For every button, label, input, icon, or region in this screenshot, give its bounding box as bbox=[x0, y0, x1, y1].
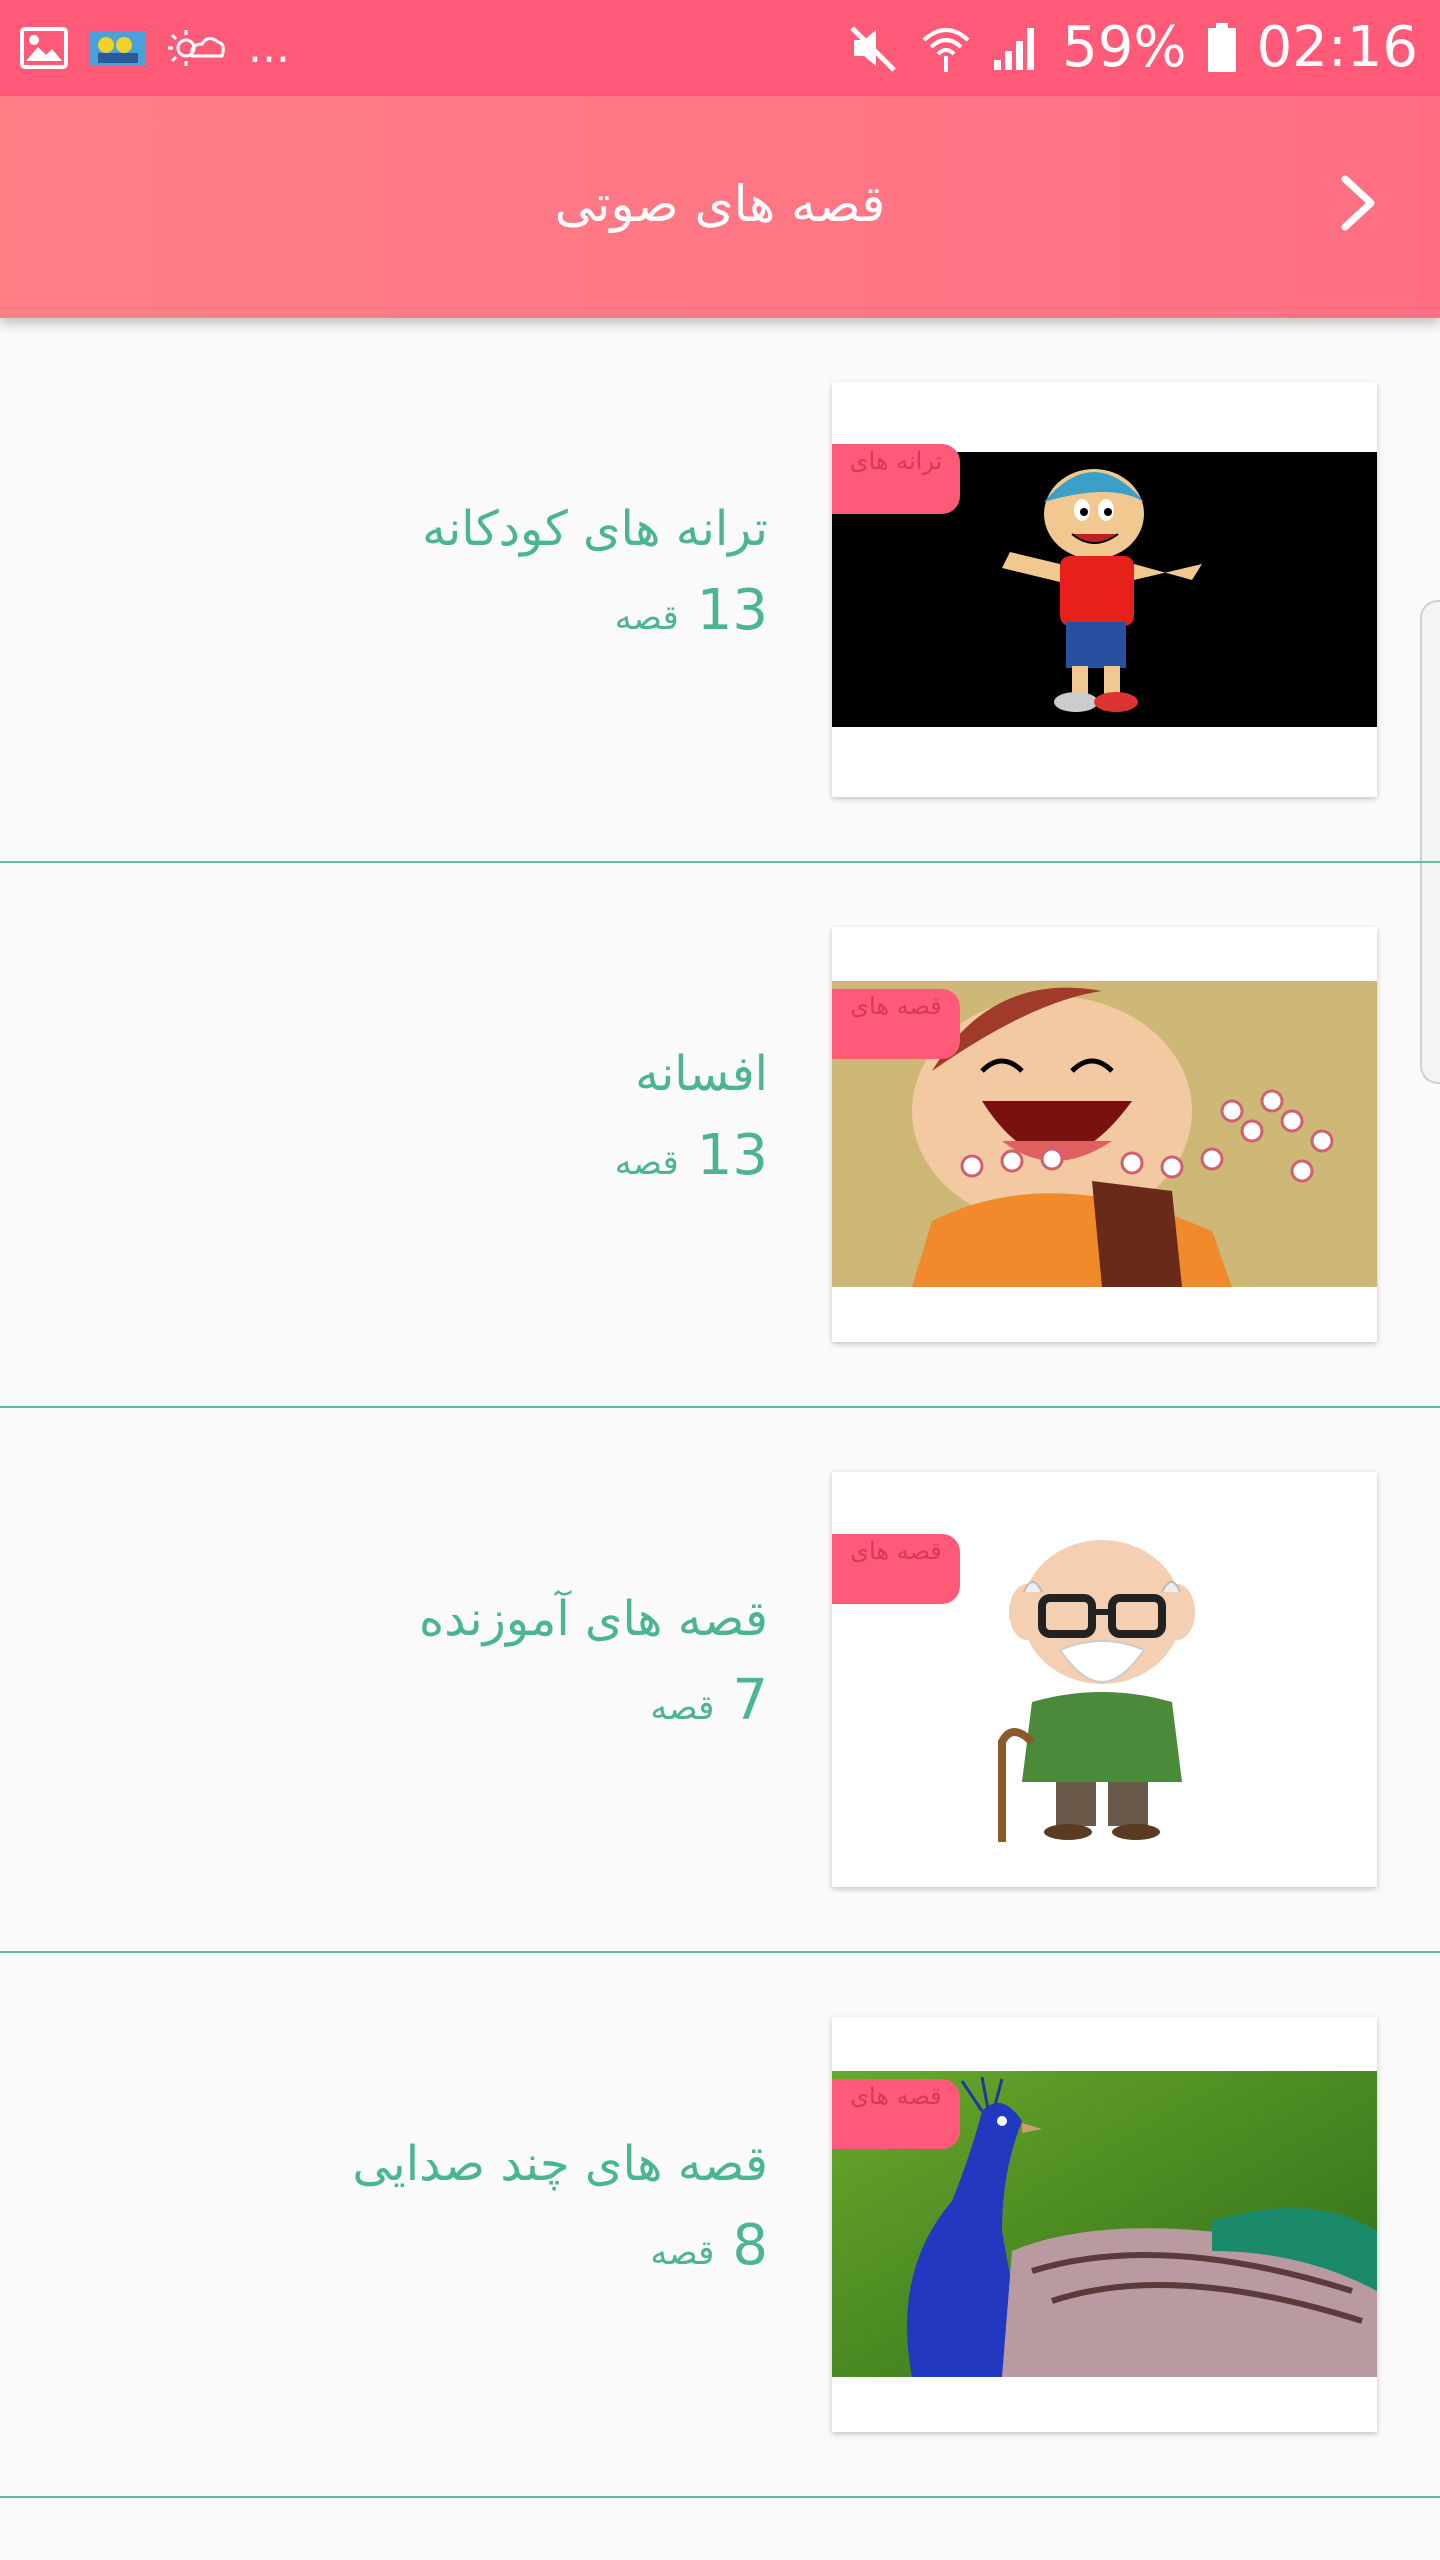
story-count-number: 13 bbox=[696, 1123, 768, 1188]
chevron-right-icon bbox=[1341, 175, 1375, 231]
category-card[interactable]: ترانه های bbox=[832, 382, 1377, 797]
story-count: 8 قصه bbox=[650, 2213, 768, 2286]
gallery-icon bbox=[20, 27, 68, 69]
story-count-unit: قصه bbox=[614, 1143, 679, 1183]
category-row[interactable]: ترانه های ترانه های کودکانه 13 قصه bbox=[0, 318, 1440, 863]
weather-icon bbox=[168, 26, 226, 70]
category-tag: قصه های bbox=[832, 2079, 960, 2149]
story-count-unit: قصه bbox=[614, 598, 679, 638]
story-count-unit: قصه bbox=[650, 1688, 715, 1728]
category-title: ترانه های کودکانه bbox=[422, 501, 768, 557]
battery-icon bbox=[1207, 23, 1237, 73]
category-tag: ترانه های bbox=[832, 444, 960, 514]
category-row[interactable]: قصه های bbox=[0, 863, 1440, 1408]
battery-percent: 59% bbox=[1062, 15, 1187, 80]
category-title: افسانه bbox=[635, 1046, 768, 1102]
wifi-icon bbox=[920, 22, 972, 74]
category-card[interactable]: قصه های bbox=[832, 927, 1377, 1342]
category-tag: قصه های bbox=[832, 1534, 960, 1604]
mute-icon bbox=[848, 22, 900, 74]
status-bar: ... 59% 02:16 bbox=[0, 0, 1440, 96]
story-count-unit: قصه bbox=[650, 2233, 715, 2273]
app-bar: قصه های صوتی bbox=[0, 96, 1440, 318]
story-count: 7 قصه bbox=[650, 1668, 768, 1741]
signal-icon bbox=[992, 24, 1042, 72]
back-button[interactable] bbox=[1324, 168, 1394, 238]
app-thumbnail-icon bbox=[90, 31, 146, 65]
category-card[interactable]: قصه های bbox=[832, 2017, 1377, 2432]
story-count: 13 قصه bbox=[615, 578, 768, 651]
page-title: قصه های صوتی bbox=[554, 175, 886, 233]
status-left-icons: ... bbox=[20, 22, 290, 74]
category-row[interactable]: قصه های bbox=[0, 1953, 1440, 2498]
story-count-number: 13 bbox=[696, 578, 768, 643]
story-count-number: 7 bbox=[732, 1668, 768, 1733]
category-title: قصه های چند صدایی bbox=[352, 2136, 768, 2192]
story-count-number: 8 bbox=[732, 2213, 768, 2278]
more-notifications-indicator: ... bbox=[248, 22, 290, 73]
status-right-icons: 59% 02:16 bbox=[848, 16, 1418, 80]
category-title: قصه های آموزنده bbox=[418, 1591, 768, 1647]
story-count: 13 قصه bbox=[615, 1123, 768, 1196]
category-tag: قصه های bbox=[832, 989, 960, 1059]
clock: 02:16 bbox=[1256, 15, 1418, 80]
category-card[interactable]: قصه های bbox=[832, 1472, 1377, 1887]
category-row[interactable]: قصه های bbox=[0, 1408, 1440, 1953]
category-list: ترانه های ترانه های کودکانه 13 قصه قصه ه… bbox=[0, 318, 1440, 2498]
